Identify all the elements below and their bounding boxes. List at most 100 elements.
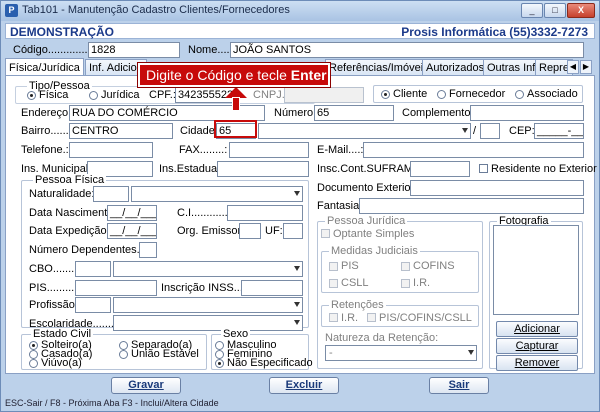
tab-fisica-juridica[interactable]: Física/Jurídica [5, 58, 84, 76]
masculino-radio[interactable] [215, 341, 224, 350]
codigo-input[interactable]: 1828 [88, 42, 180, 58]
cofins-checkbox [401, 262, 410, 271]
suframa-label: Insc.Cont.SUFRAMA: [317, 163, 424, 175]
gravar-button[interactable]: Gravar [111, 377, 181, 394]
nome-input[interactable]: JOÃO SANTOS [230, 42, 584, 58]
fantasia-input[interactable] [359, 198, 584, 214]
minimize-button[interactable]: _ [521, 3, 543, 18]
fornecedor-label: Fornecedor [449, 88, 506, 100]
ret-pis-label: PIS/COFINS/CSLL [379, 312, 472, 324]
inss-input[interactable] [241, 280, 303, 296]
doc-exterior-input[interactable] [410, 180, 584, 196]
bairro-input[interactable]: CENTRO [69, 123, 173, 139]
naturalidade-uf-input[interactable] [93, 186, 129, 202]
complemento-input[interactable] [470, 105, 584, 121]
chevron-down-icon [294, 191, 300, 196]
cliente-radio[interactable] [381, 90, 390, 99]
dependentes-input[interactable] [139, 242, 157, 258]
associado-label: Associado [527, 88, 578, 100]
fax-label: FAX........: [179, 144, 228, 156]
cliente-label: Cliente [393, 88, 428, 100]
email-input[interactable] [363, 142, 584, 158]
pis-check-label: PIS [341, 260, 359, 272]
ins-estadual-input[interactable] [217, 161, 309, 177]
viuvo-radio[interactable] [29, 359, 38, 368]
telefone-input[interactable] [69, 142, 153, 158]
callout-key: Enter [290, 67, 327, 83]
title-bar: P Tab101 - Manutenção Cadastro Clientes/… [1, 1, 599, 21]
casado-radio[interactable] [29, 350, 38, 359]
tab-next-icon[interactable]: ▶ [580, 60, 592, 74]
maximize-button[interactable]: □ [544, 3, 566, 18]
escolaridade-select[interactable] [113, 315, 303, 331]
expedicao-input[interactable]: __/__/____ [107, 223, 157, 239]
cbo-select[interactable] [113, 261, 303, 277]
tab-autorizados[interactable]: Autorizados [422, 59, 489, 76]
tab-prev-icon[interactable]: ◀ [567, 60, 579, 74]
cep-input[interactable]: _____-___ [534, 123, 584, 139]
ci-input[interactable] [227, 205, 303, 221]
juridica-radio[interactable] [89, 91, 98, 100]
window-title: Tab101 - Manutenção Cadastro Clientes/Fo… [22, 4, 290, 16]
email-label: E-Mail....: [317, 144, 364, 156]
cidade-select[interactable] [258, 123, 471, 139]
cidade-uf-input[interactable] [480, 123, 500, 139]
tab-outras-inf[interactable]: Outras Inf. [483, 59, 543, 76]
capturar-button[interactable]: Capturar [496, 338, 578, 354]
adicionar-button[interactable]: Adicionar [496, 321, 578, 337]
company-name: DEMONSTRAÇÃO [10, 25, 114, 39]
app-icon: P [5, 4, 18, 17]
chevron-down-icon [468, 350, 474, 355]
suframa-input[interactable] [410, 161, 470, 177]
profissao-select[interactable] [113, 297, 303, 313]
solteiro-radio[interactable] [29, 341, 38, 350]
chevron-down-icon [294, 302, 300, 307]
tab-referencias-imoveis[interactable]: Referências/Imóveis [325, 59, 433, 76]
pis-checkbox [329, 262, 338, 271]
uniao-radio[interactable] [119, 350, 128, 359]
associado-radio[interactable] [515, 90, 524, 99]
fantasia-label: Fantasia: [317, 200, 363, 212]
natureza-value: - [329, 347, 333, 359]
naturalidade-select[interactable] [131, 186, 303, 202]
medidas-title: Medidas Judiciais [329, 245, 420, 257]
uf-input[interactable] [283, 223, 303, 239]
cnpj-input [284, 87, 364, 103]
separado-radio[interactable] [119, 341, 128, 350]
natureza-select: - [325, 345, 477, 361]
bairro-label: Bairro.......: [21, 125, 75, 137]
ret-ir-checkbox [329, 313, 338, 322]
juridica-label: Jurídica [101, 89, 140, 101]
photo-box [493, 225, 579, 315]
cofins-check-label: COFINS [413, 260, 455, 272]
feminino-radio[interactable] [215, 350, 224, 359]
orgao-input[interactable] [239, 223, 261, 239]
pessoa-fisica-title: Pessoa Física [33, 174, 107, 186]
fornecedor-radio[interactable] [437, 90, 446, 99]
numero-input[interactable]: 65 [314, 105, 394, 121]
pessoa-juridica-title: Pessoa Jurídica [325, 215, 408, 227]
fax-input[interactable] [229, 142, 309, 158]
ret-ir-label: I.R. [341, 312, 359, 324]
nascimento-input[interactable]: __/__/____ [107, 205, 157, 221]
naturalidade-label: Naturalidade: [29, 188, 95, 200]
instruction-callout: Digite o Código e tecle Enter [138, 63, 330, 87]
nao-especificado-radio[interactable] [215, 359, 224, 368]
uf-separator: / [473, 125, 477, 137]
cbo-input[interactable] [75, 261, 111, 277]
fisica-label: Física [39, 89, 69, 101]
excluir-button[interactable]: Excluir [269, 377, 339, 394]
main-window: P Tab101 - Manutenção Cadastro Clientes/… [0, 0, 600, 412]
sair-button[interactable]: Sair [429, 377, 489, 394]
residente-checkbox[interactable] [479, 164, 488, 173]
fisica-radio[interactable] [27, 91, 36, 100]
profissao-input[interactable] [75, 297, 111, 313]
callout-text: Digite o Código e tecle [146, 67, 291, 83]
pis-input[interactable] [75, 280, 157, 296]
numero-label: Número: [274, 107, 317, 119]
optante-label: Optante Simples [333, 228, 415, 240]
cep-label: CEP: [509, 125, 535, 137]
close-button[interactable]: X [567, 3, 595, 18]
remover-button[interactable]: Remover [496, 355, 578, 371]
orgao-label: Org. Emissor: [177, 225, 245, 237]
